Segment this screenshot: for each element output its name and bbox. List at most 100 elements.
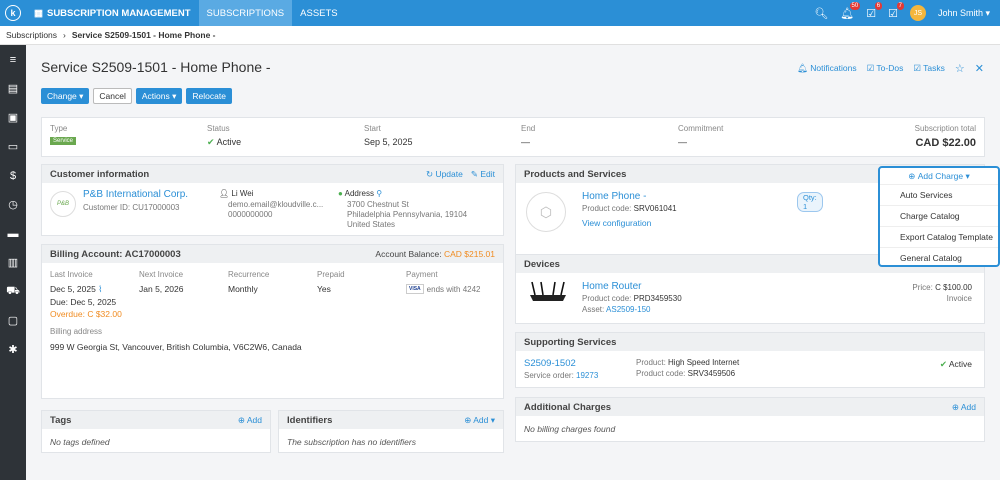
invoice-icon[interactable]: ▥ [0,248,26,277]
menu-item-general-catalog[interactable]: General Catalog [880,247,998,268]
dollar-icon[interactable]: $ [0,161,26,190]
actions-button[interactable]: Actions ▾ [135,88,183,104]
clock-icon[interactable]: ◷ [0,190,26,219]
notifications-link[interactable]: 🔔︎ Notifications [797,63,856,74]
tags-empty: No tags defined [50,437,110,447]
ticket-icon[interactable]: ▬ [0,219,26,248]
commitment-label: Commitment [678,124,724,133]
service-order-link[interactable]: 19273 [576,371,598,380]
relocate-button[interactable]: Relocate [186,88,232,104]
overdue-amount: Overdue: C $32.00 [50,309,122,319]
router-image [528,281,568,305]
tasks-link-label: Tasks [923,63,945,73]
billing-card-header: Billing Account: AC17000003 Account Bala… [42,245,503,263]
add-identifier-link[interactable]: ⊕ Add ▾ [464,415,495,426]
todos-link[interactable]: ☑ To-Dos [867,63,904,74]
tasks-icon[interactable]: ☑ 7 [888,1,904,20]
tags-card-header: Tags ⊕ Add [42,411,270,429]
supporting-status: Active [948,359,972,369]
main-content: Service S2509-1501 - Home Phone - 🔔︎ Not… [26,45,1000,480]
todos-link-label: To-Dos [876,63,904,73]
menu-item-auto-services[interactable]: Auto Services [880,184,998,205]
tab-assets[interactable]: ASSETS [292,0,346,26]
customer-id: Customer ID: CU17000003 [83,203,180,212]
chat-icon[interactable]: ▭ [0,132,26,161]
map-pin-icon[interactable]: ⚲ [376,189,382,198]
notifications-badge: 50 [849,1,861,10]
settings-icon[interactable]: ✱ [0,335,26,364]
price-value: C $100.00 [935,283,972,292]
paperclip-icon[interactable]: ⌇ [98,284,102,294]
customer-card: Customer information ↻ Update ✎ Edit P&B… [41,164,504,236]
logo-icon: k [5,5,21,21]
due-date: Due: Dec 5, 2025 [50,297,117,307]
type-label: Type [50,124,68,133]
person-icon: 👤︎ [219,189,230,198]
header-links: 🔔︎ Notifications ☑ To-Dos ☑ Tasks ☆ ✕ [797,62,984,75]
identifiers-card-title: Identifiers [287,414,333,426]
additional-charges-card: Additional Charges ⊕ Add No billing char… [515,397,985,442]
change-button-label: Change [47,91,77,101]
billing-address-label: Billing address [50,327,103,336]
menu-item-export-catalog-template[interactable]: Export Catalog Template [880,226,998,247]
clipboard-icon[interactable]: ▣ [0,103,26,132]
action-toolbar: Change ▾ Cancel Actions ▾ Relocate [41,88,232,104]
menu-icon[interactable]: ≡ [0,45,26,74]
address-line-2: Philadelphia Pennsylvania, 19104 [347,210,468,219]
tab-subscriptions[interactable]: SUBSCRIPTIONS [198,0,293,26]
todos-badge: 6 [874,1,883,10]
customer-name[interactable]: P&B International Corp. [83,189,188,200]
supporting-product-label: Product: [636,358,666,367]
add-charge-link[interactable]: ⊕ Add [952,402,976,413]
commitment-value: — [678,137,687,147]
breadcrumb-root[interactable]: Subscriptions [6,30,57,40]
todo-icon[interactable]: ☑ 6 [866,1,883,20]
menu-item-charge-catalog[interactable]: Charge Catalog [880,205,998,226]
document-icon[interactable]: ▢ [0,306,26,335]
star-icon[interactable]: ☆ [955,62,965,75]
page-title: Service S2509-1501 - Home Phone - [41,59,271,75]
supporting-service-link[interactable]: S2509-1502 [524,358,598,369]
app-logo[interactable]: k [0,0,26,26]
tags-card: Tags ⊕ Add No tags defined [41,410,271,453]
type-badge: Service [50,137,77,145]
supporting-code: SRV3459506 [687,369,736,378]
identifiers-card-header: Identifiers ⊕ Add ▾ [279,411,503,429]
total-value: CAD $22.00 [915,137,976,149]
update-link[interactable]: ↻ Update [426,169,463,180]
device-asset-label: Asset: [582,305,605,314]
device-name[interactable]: Home Router [582,281,682,292]
device-asset-link[interactable]: AS2509-150 [606,305,650,314]
change-button[interactable]: Change ▾ [41,88,90,104]
prepaid-value: Yes [317,284,331,294]
avatar[interactable]: JS [909,5,926,21]
bell-icon[interactable]: 🔔︎ 50 [840,1,861,20]
notifications-link-label: Notifications [810,63,857,73]
additional-charges-empty: No billing charges found [524,424,616,434]
subscription-summary: Type Service Status ✔ Active Start Sep 5… [41,117,985,157]
product-name[interactable]: Home Phone - [582,191,677,202]
breadcrumb: Subscriptions › Service S2509-1501 - Hom… [0,26,1000,45]
add-charge-button[interactable]: ⊕ Add Charge ▾ [880,168,998,184]
cancel-button[interactable]: Cancel [93,88,132,104]
router-icon [530,281,566,301]
close-icon[interactable]: ✕ [975,62,984,75]
supporting-card-title: Supporting Services [524,336,617,348]
recurrence-value: Monthly [228,284,258,294]
edit-link[interactable]: ✎ Edit [471,169,495,180]
tasks-link[interactable]: ☑ Tasks [913,63,945,74]
customer-card-header: Customer information ↻ Update ✎ Edit [42,165,503,183]
balance-label: Account Balance: [375,249,442,259]
user-menu[interactable]: John Smith ▾ [938,8,990,19]
start-value: Sep 5, 2025 [364,137,413,147]
add-tag-link[interactable]: ⊕ Add [238,415,262,426]
billing-address-value: 999 W Georgia St, Vancouver, British Col… [50,342,302,352]
service-order-label: Service order: [524,371,574,380]
supporting-code-label: Product code: [636,369,686,378]
cart-icon[interactable]: ⛟ [0,277,26,306]
subscriptions-icon[interactable]: ▤ [0,74,26,103]
start-label: Start [364,124,381,133]
app-menu[interactable]: ▦ SUBSCRIPTION MANAGEMENT [26,0,199,26]
view-configuration-link[interactable]: View configuration [582,218,677,228]
search-icon[interactable]: 🔍︎ [814,7,828,20]
